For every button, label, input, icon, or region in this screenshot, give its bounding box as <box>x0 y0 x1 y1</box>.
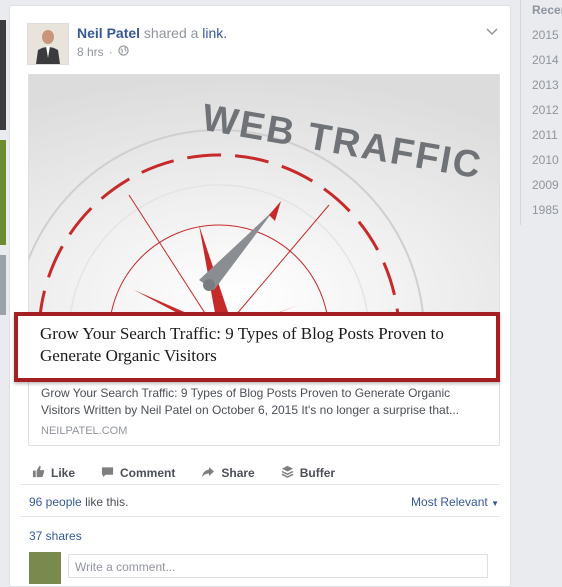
left-thumb-1 <box>0 20 6 130</box>
buffer-stack-icon <box>281 465 294 481</box>
post-header: Neil Patel shared a link. <box>77 25 227 41</box>
sort-label: Most Relevant <box>411 495 488 509</box>
buffer-label: Buffer <box>299 466 336 480</box>
sort-dropdown[interactable]: Most Relevant ▼ <box>411 495 499 509</box>
link-word[interactable]: link. <box>202 25 227 41</box>
comment-placeholder: Write a comment... <box>75 560 176 574</box>
globe-icon[interactable] <box>118 45 129 59</box>
divider <box>20 484 500 485</box>
year-2013[interactable]: 2013 <box>521 77 562 102</box>
likes-suffix: like this. <box>85 495 129 509</box>
divider <box>20 516 500 517</box>
year-recent[interactable]: Recent <box>521 0 562 27</box>
like-button[interactable]: Like <box>32 465 75 481</box>
left-column-edge <box>0 0 8 567</box>
caret-down-icon: ▼ <box>491 499 499 508</box>
attachment-image: WEB TRAFFIC <box>29 75 499 320</box>
year-2012[interactable]: 2012 <box>521 102 562 127</box>
year-1985[interactable]: 1985 <box>521 202 562 227</box>
timeline-year-nav: Recent 2015 2014 2013 2012 2011 2010 200… <box>520 0 562 225</box>
year-2009[interactable]: 2009 <box>521 177 562 202</box>
action-bar: Like Comment Share Buffer <box>32 465 361 481</box>
comment-label: Comment <box>120 466 176 480</box>
post-meta: 8 hrs · <box>77 45 129 59</box>
share-arrow-icon <box>201 466 215 481</box>
author-avatar[interactable] <box>27 23 69 65</box>
left-thumb-2 <box>0 140 6 245</box>
share-label: Share <box>221 466 255 480</box>
attachment-description: Grow Your Search Traffic: 9 Types of Blo… <box>41 386 460 417</box>
likes-count[interactable]: 96 people <box>29 495 82 509</box>
highlighted-link-title[interactable]: Grow Your Search Traffic: 9 Types of Blo… <box>14 312 500 382</box>
shares-count[interactable]: 37 shares <box>29 529 82 543</box>
year-2011[interactable]: 2011 <box>521 127 562 152</box>
attachment-domain: NEILPATEL.COM <box>41 425 128 437</box>
share-button[interactable]: Share <box>201 465 255 481</box>
comment-input[interactable]: Write a comment... <box>68 554 488 578</box>
year-2015[interactable]: 2015 <box>521 27 562 52</box>
author-name[interactable]: Neil Patel <box>77 25 140 41</box>
post-time[interactable]: 8 hrs <box>77 45 104 59</box>
year-2014[interactable]: 2014 <box>521 52 562 77</box>
year-2010[interactable]: 2010 <box>521 152 562 177</box>
chevron-down-icon[interactable] <box>486 23 498 41</box>
link-attachment[interactable]: WEB TRAFFIC Grow Your Search Traffic: 9 … <box>28 74 500 446</box>
like-label: Like <box>51 466 76 480</box>
buffer-button[interactable]: Buffer <box>281 465 335 481</box>
likes-summary: 96 people like this. <box>29 495 128 509</box>
commenter-avatar <box>29 552 61 584</box>
comment-button[interactable]: Comment <box>101 465 175 481</box>
thumbs-up-icon <box>32 465 45 481</box>
left-thumb-3 <box>0 255 6 315</box>
feed-post: Neil Patel shared a link. 8 hrs · WEB TR… <box>9 5 511 587</box>
comment-icon <box>101 466 114 481</box>
action-text: shared a <box>143 25 199 41</box>
